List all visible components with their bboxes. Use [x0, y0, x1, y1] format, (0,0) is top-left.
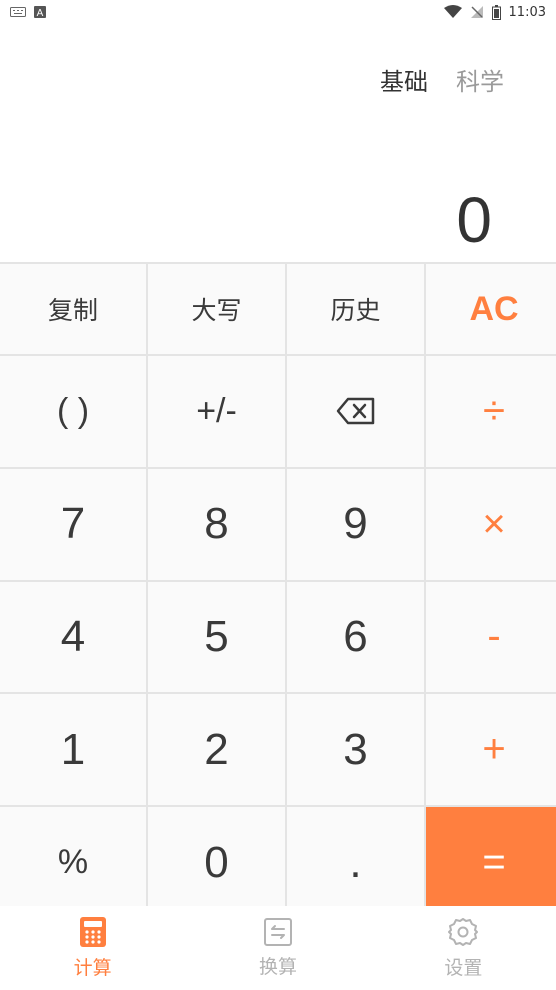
gear-icon	[448, 917, 479, 946]
battery-icon	[491, 4, 501, 20]
nav-label-settings: 设置	[444, 956, 483, 979]
digit-2-button[interactable]: 2	[148, 694, 285, 806]
result-display: 0	[456, 184, 492, 256]
nav-item-settings[interactable]: 设置	[371, 906, 556, 990]
a-notification-icon: A	[34, 6, 46, 18]
parentheses-button[interactable]: ( )	[0, 356, 146, 467]
digit-8-button[interactable]: 8	[148, 468, 285, 580]
all-clear-button[interactable]: AC	[426, 264, 556, 354]
divide-button[interactable]: ÷	[426, 356, 556, 467]
keyboard-icon	[10, 7, 26, 17]
nav-item-convert[interactable]: 换算	[185, 906, 370, 990]
nav-label-calculate: 计算	[73, 956, 112, 979]
status-time: 11:03	[508, 4, 546, 20]
backspace-button[interactable]	[287, 356, 424, 467]
digit-9-button[interactable]: 9	[287, 468, 424, 580]
mode-tabs: 基础 科学	[380, 62, 504, 97]
equals-button[interactable]: =	[426, 807, 556, 918]
nav-item-calculate[interactable]: 计算	[0, 906, 185, 990]
bottom-nav: 计算 换算 设置	[0, 906, 556, 990]
digit-1-button[interactable]: 1	[0, 694, 146, 806]
no-sim-icon	[470, 6, 483, 18]
plus-button[interactable]: +	[426, 694, 556, 806]
minus-button[interactable]: -	[426, 581, 556, 693]
wifi-icon	[443, 5, 462, 18]
status-bar: A 11:03	[0, 0, 556, 24]
svg-text:A: A	[37, 8, 44, 18]
keypad: 复制 大写 历史 AC ( ) +/- ÷ 7 8 9 × 4 5 6 - 1 …	[0, 262, 556, 918]
convert-icon	[263, 917, 292, 946]
digit-7-button[interactable]: 7	[0, 468, 146, 580]
copy-button[interactable]: 复制	[0, 264, 146, 354]
tab-scientific[interactable]: 科学	[456, 62, 504, 97]
backspace-icon	[336, 398, 374, 425]
decimal-button[interactable]: .	[287, 807, 424, 918]
digit-5-button[interactable]: 5	[148, 581, 285, 693]
history-button[interactable]: 历史	[287, 264, 424, 354]
calculator-icon	[79, 916, 106, 947]
tab-basic[interactable]: 基础	[380, 62, 428, 97]
status-right: 11:03	[443, 4, 546, 20]
uppercase-button[interactable]: 大写	[148, 264, 285, 354]
status-left: A	[10, 6, 46, 18]
digit-0-button[interactable]: 0	[148, 807, 285, 918]
percent-button[interactable]: %	[0, 807, 146, 918]
nav-label-convert: 换算	[258, 955, 297, 978]
digit-4-button[interactable]: 4	[0, 581, 146, 693]
digit-3-button[interactable]: 3	[287, 694, 424, 806]
multiply-button[interactable]: ×	[426, 468, 556, 580]
negate-button[interactable]: +/-	[148, 356, 285, 467]
digit-6-button[interactable]: 6	[287, 581, 424, 693]
